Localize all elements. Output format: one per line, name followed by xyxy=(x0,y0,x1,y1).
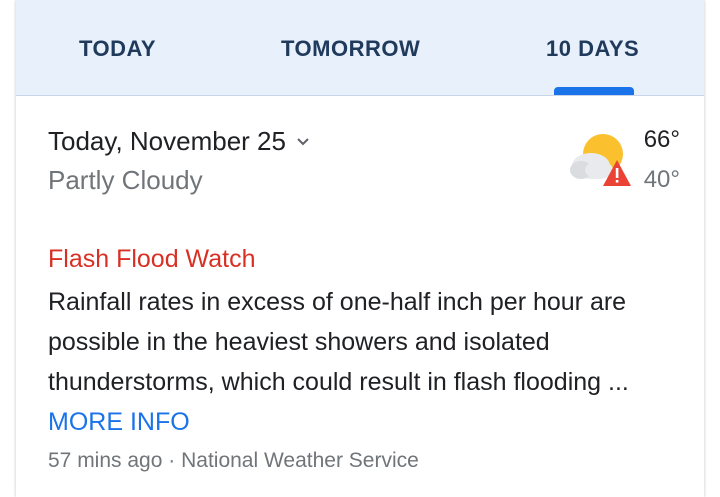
alert-age: 57 mins ago xyxy=(48,449,163,472)
tab-10-days[interactable]: 10 DAYS xyxy=(546,36,639,62)
weather-card: TODAY TOMORROW 10 DAYS Today, November 2… xyxy=(16,0,704,497)
date-selector[interactable]: Today, November 25 xyxy=(48,126,310,157)
meta-separator: · xyxy=(168,449,176,472)
weather-condition: Partly Cloudy xyxy=(48,165,203,195)
alert-body: Rainfall rates in excess of one-half inc… xyxy=(48,282,678,442)
tab-today[interactable]: TODAY xyxy=(79,36,156,62)
alert-description: Rainfall rates in excess of one-half inc… xyxy=(48,288,629,396)
alert-meta: 57 mins ago · National Weather Service xyxy=(48,449,419,473)
alert-source: National Weather Service xyxy=(181,449,419,472)
alert-title[interactable]: Flash Flood Watch xyxy=(48,245,255,274)
tab-tomorrow[interactable]: TOMORROW xyxy=(281,36,420,62)
more-info-link[interactable]: MORE INFO xyxy=(48,408,190,436)
forecast-tabs: TODAY TOMORROW 10 DAYS xyxy=(16,0,704,96)
selected-tab-indicator xyxy=(554,87,634,95)
temperature-low: 40° xyxy=(643,166,680,193)
chevron-down-icon xyxy=(297,137,309,145)
date-title: Today, November 25 xyxy=(48,126,286,156)
partly-cloudy-icon xyxy=(570,134,631,186)
temperature-high: 66° xyxy=(643,126,680,153)
